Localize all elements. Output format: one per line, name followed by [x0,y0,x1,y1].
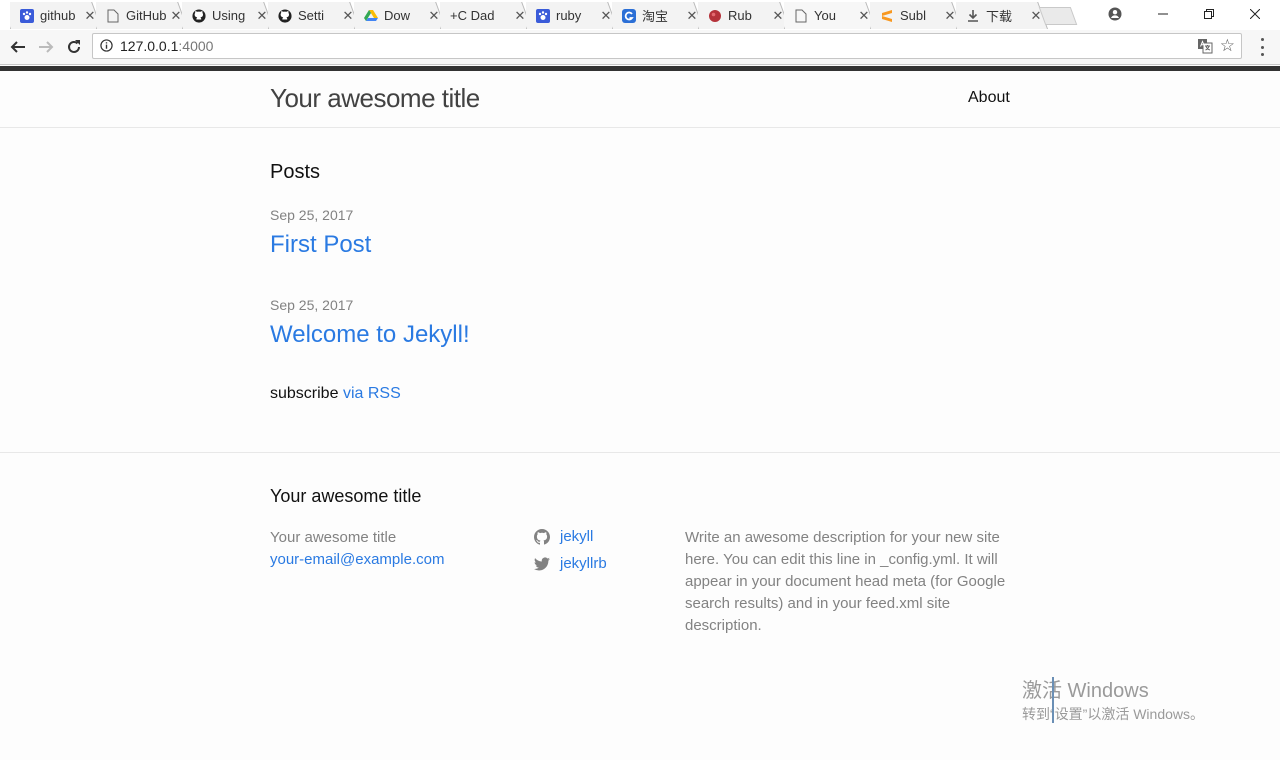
user-profile-icon[interactable] [1092,0,1138,28]
footer-site-name: Your awesome title [270,529,397,546]
tab-title: Using [212,8,246,23]
close-icon[interactable]: ✕ [600,8,612,24]
browser-tab[interactable]: Subl ✕ [870,2,962,29]
restore-button[interactable] [1186,0,1232,28]
close-icon[interactable]: ✕ [1030,8,1042,24]
twitter-icon [534,557,550,570]
close-window-button[interactable] [1232,0,1278,28]
browser-tab[interactable]: ruby ✕ [526,2,618,29]
site-header: Your awesome title About [0,71,1280,128]
arrow-left-icon [10,41,25,53]
forward-button[interactable] [35,36,57,58]
browser-tab[interactable]: 下载 ✕ [956,2,1048,29]
github-icon [278,8,292,23]
footer-heading: Your awesome title [270,486,422,506]
browser-toolbar: 127.0.0.1:4000 ☆ [0,30,1280,65]
tab-title: Subl [900,8,927,23]
footer-contact: Your awesome title your-email@example.co… [270,527,444,571]
github-link[interactable]: jekyll [534,528,593,545]
browser-tab[interactable]: Using ✕ [182,2,274,29]
post-date: Sep 25, 2017 [270,297,354,313]
github-icon [534,528,550,545]
reload-icon [68,40,80,53]
browser-tab[interactable]: Rub ✕ [698,2,790,29]
rss-prefix: subscribe [270,385,339,402]
tab-title: +C Dad [450,8,495,23]
minimize-button[interactable] [1140,0,1186,28]
address-url[interactable]: 127.0.0.1:4000 [120,38,213,54]
github-username: jekyll [560,528,594,545]
translate-icon[interactable] [1197,38,1213,54]
close-icon[interactable]: ✕ [858,8,870,24]
tab-title: ruby [556,8,582,23]
browser-tab[interactable]: GitHub ✕ [96,2,188,29]
close-icon[interactable]: ✕ [428,8,440,24]
browser-tab[interactable]: github ✕ [10,2,102,29]
new-tab-button[interactable] [1038,7,1078,25]
activation-title: 激活 Windows [1022,680,1149,702]
close-icon[interactable]: ✕ [256,8,268,24]
browser-tab[interactable]: 淘宝 ✕ [612,2,704,29]
tab-title: 淘宝 [642,9,669,24]
tab-title: GitHub [126,8,166,23]
google-drive-icon [364,9,378,23]
browser-tab[interactable]: +C Dad ✕ [440,2,532,29]
star-icon[interactable]: ☆ [1220,36,1235,56]
browser-tab-active[interactable]: You ✕ [784,2,876,29]
post-date: Sep 25, 2017 [270,207,354,223]
post-title-link[interactable]: Welcome to Jekyll! [270,321,470,349]
tab-title: github [40,8,76,23]
close-icon[interactable]: ✕ [772,8,784,24]
page-icon [106,9,120,23]
close-icon[interactable]: ✕ [170,8,182,24]
ruby-icon [708,9,722,23]
rss-link[interactable]: via RSS [343,385,401,402]
reload-button[interactable] [63,36,85,58]
tab-title: Rub [728,8,752,23]
close-icon[interactable]: ✕ [686,8,698,24]
browser-tab[interactable]: Dow ✕ [354,2,446,29]
page-icon [794,9,808,23]
twitter-username: jekyllrb [560,555,607,572]
nav-about-link[interactable]: About [968,89,1010,107]
tab-title: 下载 [986,9,1013,24]
site-footer [0,452,1280,453]
sublime-icon [880,9,894,23]
text-cursor [1052,677,1054,723]
rss-subscribe: subscribe via RSS [270,385,401,403]
tab-title: You [814,8,836,23]
chrome-menu-icon[interactable] [1254,38,1270,56]
browser-tab[interactable]: Setti ✕ [268,2,360,29]
footer-description: Write an awesome description for your ne… [685,529,1006,634]
close-icon[interactable]: ✕ [514,8,526,24]
back-button[interactable] [7,36,29,58]
g-icon [622,8,636,23]
github-icon [192,8,206,23]
tab-title: Setti [298,8,325,23]
tab-title: Dow [384,8,411,23]
arrow-right-icon [39,41,54,53]
activation-subtitle: 转到“设置”以激活 Windows。 [1022,706,1205,722]
twitter-link[interactable]: jekyllrb [534,555,607,572]
close-icon[interactable]: ✕ [342,8,354,24]
footer-email-link[interactable]: your-email@example.com [270,551,444,568]
baidu-paw-icon [536,8,550,23]
address-bar[interactable]: 127.0.0.1:4000 ☆ [92,33,1242,59]
baidu-paw-icon [20,8,34,23]
close-icon[interactable]: ✕ [84,8,96,24]
browser-tab-strip: github ✕ GitHub ✕ Using ✕ Setti ✕ Dow ✕ … [0,0,1280,31]
site-title-link[interactable]: Your awesome title [270,83,480,114]
close-icon[interactable]: ✕ [944,8,956,24]
posts-heading: Posts [270,161,321,183]
download-icon [966,9,980,23]
windows-activation-watermark: 激活 Windows 转到“设置”以激活 Windows。 [1022,679,1204,725]
post-title-link[interactable]: First Post [270,231,371,259]
info-icon[interactable] [100,39,113,52]
